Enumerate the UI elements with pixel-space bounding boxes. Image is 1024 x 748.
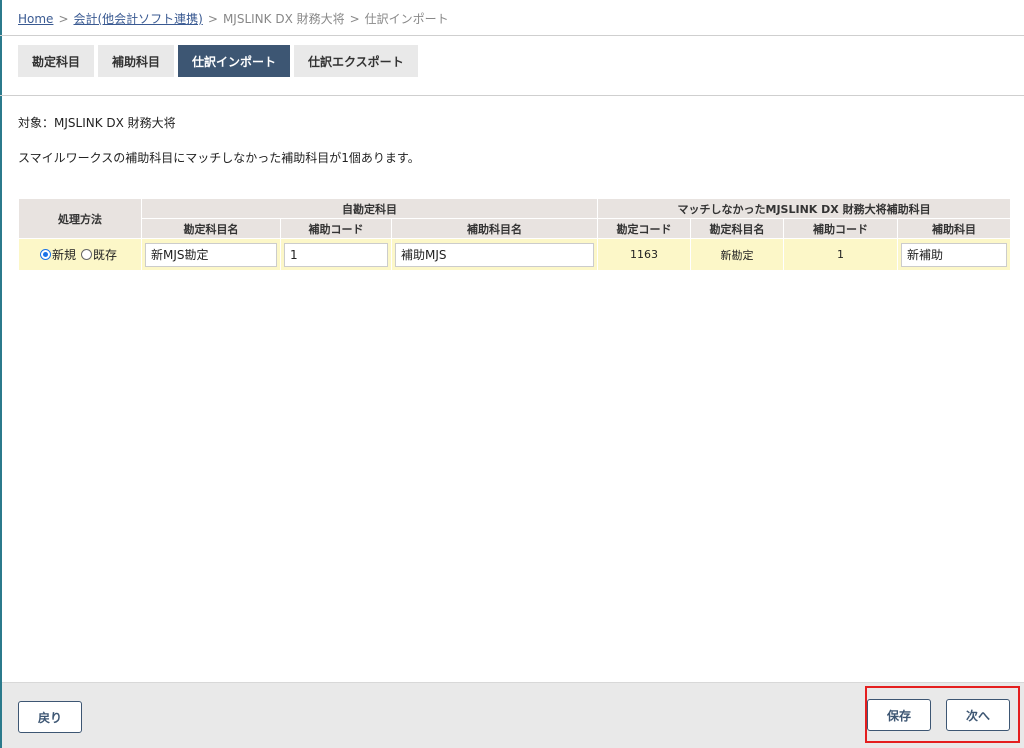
radio-existing[interactable]: 既存 xyxy=(81,246,117,263)
radio-new[interactable]: 新規 xyxy=(39,246,76,263)
own-sub-code-cell xyxy=(280,238,392,271)
um-sub-name-cell xyxy=(897,238,1012,271)
own-account-name-input[interactable] xyxy=(145,242,277,267)
method-cell: 新規 既存 xyxy=(18,238,142,271)
next-button[interactable]: 次へ xyxy=(946,699,1010,731)
tab-bar: 勘定科目 補助科目 仕訳インポート 仕訳エクスポート xyxy=(18,45,418,77)
own-sub-name-cell xyxy=(390,238,599,271)
um-account-name-cell: 新勘定 xyxy=(690,238,785,271)
own-sub-code-input[interactable] xyxy=(284,242,388,267)
header-own-accounts: 自勘定科目 xyxy=(140,198,599,219)
header-unmatched: マッチしなかったMJSLINK DX 財務大将補助科目 xyxy=(597,198,1012,219)
breadcrumb-separator: > xyxy=(207,12,218,26)
tab-account-items[interactable]: 勘定科目 xyxy=(18,45,95,77)
header-own-sub-name: 補助科目名 xyxy=(390,218,599,239)
um-sub-name-input[interactable] xyxy=(901,242,1008,267)
breadcrumb: Home > 会計(他会計ソフト連携) > MJSLINK DX 財務大将 > 仕訳インポー… xyxy=(18,10,449,26)
tab-journal-import[interactable]: 仕訳インポート xyxy=(178,45,291,77)
tab-sub-account-items[interactable]: 補助科目 xyxy=(98,45,175,77)
breadcrumb-current: 仕訳インポート xyxy=(364,12,449,26)
breadcrumb-home-link[interactable]: Home xyxy=(18,12,53,26)
breadcrumb-accounting-link[interactable]: 会計(他会計ソフト連携) xyxy=(74,12,203,26)
breadcrumb-separator: > xyxy=(349,12,360,26)
breadcrumb-mjs: MJSLINK DX 財務大将 xyxy=(222,12,345,26)
um-account-code-cell: 1163 xyxy=(597,238,692,271)
left-accent-rule xyxy=(0,0,2,748)
unmatched-message: スマイルワークスの補助科目にマッチしなかった補助科目が1個あります。 xyxy=(18,151,420,165)
footer-bar: 戻り 保存 次へ xyxy=(2,682,1024,748)
own-sub-name-input[interactable] xyxy=(395,242,595,267)
header-um-sub-name: 補助科目 xyxy=(897,218,1012,239)
table-row: 新規 既存 1163 新勘定 1 xyxy=(18,238,1012,271)
breadcrumb-separator: > xyxy=(58,12,69,26)
method-radio-group: 新規 既存 xyxy=(19,246,141,263)
um-sub-code-cell: 1 xyxy=(783,238,899,271)
tab-divider xyxy=(0,95,1024,96)
header-method: 処理方法 xyxy=(18,198,142,239)
header-um-sub-code: 補助コード xyxy=(783,218,899,239)
radio-existing-indicator[interactable] xyxy=(81,249,92,260)
target-label: 対象：MJSLINK DX 財務大将 xyxy=(18,116,176,130)
mapping-table: 処理方法 自勘定科目 マッチしなかったMJSLINK DX 財務大将補助科目 勘… xyxy=(18,198,1012,271)
header-um-account-code: 勘定コード xyxy=(597,218,692,239)
header-um-account-name: 勘定科目名 xyxy=(690,218,785,239)
breadcrumb-divider xyxy=(0,35,1024,36)
save-button[interactable]: 保存 xyxy=(867,699,931,731)
own-account-name-cell xyxy=(141,238,281,271)
radio-new-label: 新規 xyxy=(51,248,76,262)
radio-new-indicator[interactable] xyxy=(39,249,51,260)
back-button[interactable]: 戻り xyxy=(18,701,82,733)
radio-existing-label: 既存 xyxy=(93,248,118,262)
header-own-account-name: 勘定科目名 xyxy=(141,218,281,239)
tab-journal-export[interactable]: 仕訳エクスポート xyxy=(294,45,418,77)
header-own-sub-code: 補助コード xyxy=(280,218,392,239)
